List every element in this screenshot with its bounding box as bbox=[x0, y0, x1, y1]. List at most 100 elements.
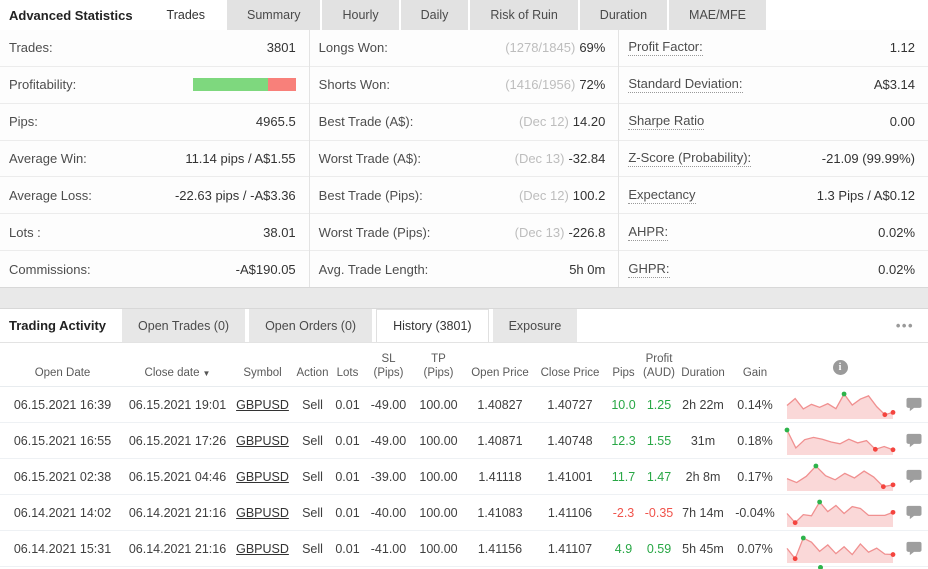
header-cell-pips[interactable]: Pips bbox=[605, 343, 642, 386]
stat-label: Standard Deviation: bbox=[628, 76, 743, 94]
cell-gain: -0.04% bbox=[735, 505, 775, 520]
tab-exposure[interactable]: Exposure bbox=[492, 309, 578, 342]
cell-profit: 1.55 bbox=[646, 433, 672, 448]
header-cell-open-price[interactable]: Open Price bbox=[465, 343, 535, 386]
cell-gain: 0.14% bbox=[737, 397, 773, 412]
comment-icon[interactable] bbox=[900, 397, 928, 412]
comment-icon[interactable] bbox=[900, 433, 928, 448]
cell-action: Sell bbox=[302, 433, 323, 448]
tab-open-trades-0[interactable]: Open Trades (0) bbox=[122, 309, 246, 342]
symbol-link[interactable]: GBPUSD bbox=[230, 470, 295, 484]
symbol-link[interactable]: GBPUSD bbox=[230, 398, 295, 412]
cell-close-date: 06.14.2021 21:16 bbox=[128, 541, 227, 556]
stats-tabbar: Advanced Statistics Trades Summary Hourly D… bbox=[0, 0, 928, 30]
stat-row-pips: Pips: 4965.5 bbox=[0, 103, 309, 141]
symbol-link[interactable]: GBPUSD bbox=[230, 506, 295, 520]
tab-risk-of-ruin[interactable]: Risk of Ruin bbox=[470, 0, 578, 30]
profitability-bar-loss bbox=[267, 78, 296, 92]
cell-lots: 0.01 bbox=[335, 397, 360, 412]
cell-pips: 4.9 bbox=[614, 541, 633, 556]
trade-sparkline-chart bbox=[780, 426, 900, 456]
tab-open-orders-0[interactable]: Open Orders (0) bbox=[249, 309, 373, 342]
stat-row-best-trade-pips: Best Trade (Pips): (Dec 12) 100.2 bbox=[309, 177, 619, 215]
header-cell-sl[interactable]: SL (Pips) bbox=[365, 343, 412, 386]
header-label: Duration bbox=[681, 367, 725, 379]
cell-pips: 11.7 bbox=[611, 469, 636, 484]
stat-label: Profitability: bbox=[9, 77, 77, 93]
header-cell-close-price[interactable]: Close Price bbox=[535, 343, 605, 386]
header-cell-chart[interactable]: i bbox=[780, 343, 900, 386]
comment-icon[interactable] bbox=[900, 541, 928, 556]
symbol-link[interactable]: GBPUSD bbox=[230, 434, 295, 448]
header-cell-profit[interactable]: Profit (AUD) bbox=[642, 343, 676, 386]
stat-label: Longs Won: bbox=[318, 40, 388, 56]
stat-label: Best Trade (Pips): bbox=[318, 187, 423, 203]
stats-column-3: Profit Factor: 1.12 Standard Deviation: A$3… bbox=[619, 30, 928, 288]
tab-history-3801[interactable]: History (3801) bbox=[376, 309, 489, 342]
stat-row-average-win: Average Win: 11.14 pips / A$1.55 bbox=[0, 140, 309, 178]
header-sorted: Close date ▼ bbox=[145, 367, 211, 379]
tab-mae-mfe[interactable]: MAE/MFE bbox=[669, 0, 766, 30]
stat-value-muted: (Dec 12) bbox=[518, 114, 569, 130]
cell-action: Sell bbox=[302, 541, 323, 556]
profitability-bar bbox=[192, 78, 296, 92]
header-cell-tp[interactable]: TP (Pips) bbox=[412, 343, 465, 386]
cell-gain: 0.18% bbox=[737, 433, 773, 448]
header-line2: (Pips) bbox=[423, 367, 454, 379]
cell-tp-pips: 100.00 bbox=[419, 505, 458, 520]
header-cell-open-date[interactable]: Open Date bbox=[0, 343, 125, 386]
comment-icon[interactable] bbox=[900, 469, 928, 484]
cell-lots: 0.01 bbox=[335, 433, 360, 448]
cell-duration: 7h 14m bbox=[682, 505, 724, 520]
header-label: Open Price bbox=[471, 367, 529, 379]
stat-label: Worst Trade (A$): bbox=[318, 151, 422, 166]
cell-open-date: 06.15.2021 02:38 bbox=[13, 469, 112, 484]
header-label: Action bbox=[296, 367, 329, 379]
cell-lots: 0.01 bbox=[335, 469, 360, 484]
stat-value: 38.01 bbox=[263, 224, 296, 240]
stat-value: -22.63 pips / -A$3.36 bbox=[174, 187, 296, 203]
cell-open-price: 1.40827 bbox=[477, 397, 523, 412]
stat-label: Expectancy bbox=[628, 186, 696, 204]
stat-row-longs-won: Longs Won: (1278/1845) 69% bbox=[309, 30, 619, 67]
header-cell-symbol[interactable]: Symbol bbox=[230, 343, 295, 386]
tab-duration[interactable]: Duration bbox=[579, 0, 668, 30]
stat-value: 3801 bbox=[266, 40, 296, 56]
stat-value-main: 5h 0m bbox=[569, 261, 606, 277]
tab-daily[interactable]: Daily bbox=[400, 0, 469, 30]
tab-hourly[interactable]: Hourly bbox=[322, 0, 399, 30]
cell-tp-pips: 100.00 bbox=[419, 433, 458, 448]
header-cell-action[interactable]: Action bbox=[295, 343, 330, 386]
header-cell-duration[interactable]: Duration bbox=[676, 343, 730, 386]
more-menu-button[interactable]: ••• bbox=[896, 309, 928, 342]
tab-trades[interactable]: Trades bbox=[146, 0, 225, 30]
stat-row-shorts-won: Shorts Won: (1416/1956) 72% bbox=[309, 66, 619, 104]
stat-value-muted: (Dec 13) bbox=[514, 151, 565, 166]
stat-row-z-score-probability: Z-Score (Probability): -21.09 (99.99%) bbox=[619, 140, 928, 178]
cell-pips: -2.3 bbox=[612, 505, 635, 520]
stat-row-standard-deviation: Standard Deviation: A$3.14 bbox=[619, 66, 928, 104]
header-cell-close-date[interactable]: Close date ▼ bbox=[125, 343, 230, 386]
cell-action: Sell bbox=[302, 397, 323, 412]
cell-close-price: 1.41106 bbox=[547, 505, 593, 520]
header-label: Pips bbox=[612, 367, 635, 379]
stat-value-muted: (1278/1845) bbox=[505, 40, 576, 56]
stat-row-worst-trade-pips: Worst Trade (Pips): (Dec 13) -226.8 bbox=[309, 214, 619, 252]
trade-sparkline-chart bbox=[780, 534, 900, 564]
stat-row-sharpe-ratio: Sharpe Ratio 0.00 bbox=[619, 103, 928, 141]
comment-icon[interactable] bbox=[900, 505, 928, 520]
header-cell-lots[interactable]: Lots bbox=[330, 343, 365, 386]
tab-summary[interactable]: Summary bbox=[227, 0, 321, 30]
info-icon[interactable]: i bbox=[832, 360, 848, 375]
stats-column-1: Trades: 3801 Profitability: Pips: 4965.5 Aver… bbox=[0, 30, 310, 288]
cell-tp-pips: 100.00 bbox=[419, 397, 458, 412]
stat-value-main: -32.84 bbox=[568, 151, 606, 166]
header-cell-gain[interactable]: Gain bbox=[730, 343, 780, 386]
header-label: Gain bbox=[742, 367, 768, 379]
stat-label: Shorts Won: bbox=[318, 77, 390, 93]
cell-open-date: 06.15.2021 16:39 bbox=[13, 397, 112, 412]
stat-value: A$3.14 bbox=[873, 77, 916, 93]
cell-close-price: 1.41107 bbox=[547, 541, 593, 556]
symbol-link[interactable]: GBPUSD bbox=[230, 542, 295, 556]
stat-row-average-loss: Average Loss: -22.63 pips / -A$3.36 bbox=[0, 177, 309, 215]
